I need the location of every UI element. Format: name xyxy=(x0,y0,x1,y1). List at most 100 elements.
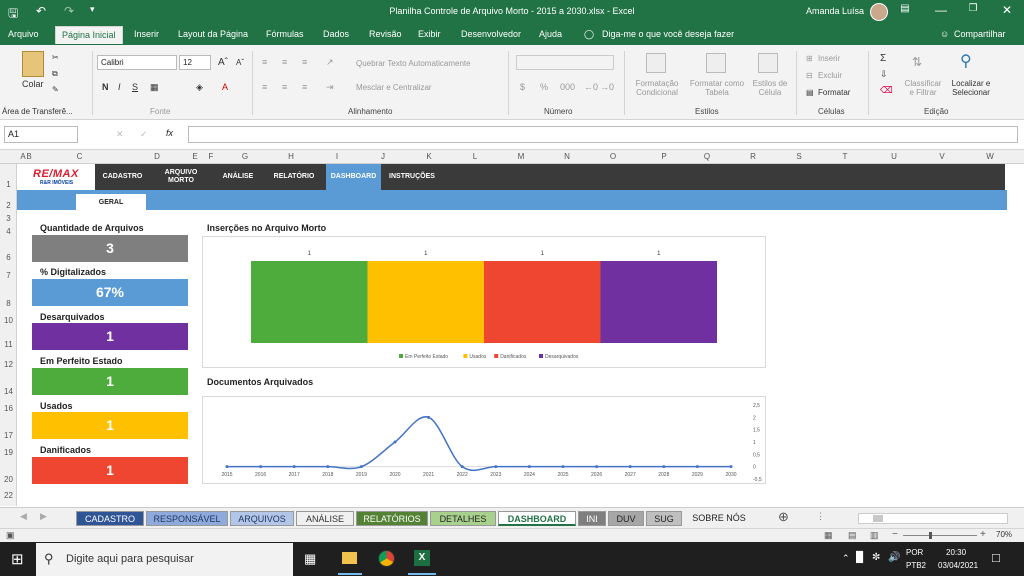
font-shrink-icon[interactable]: Aˇ xyxy=(236,58,244,67)
sheet-tab-responsavel[interactable]: RESPONSÁVEL xyxy=(146,511,228,526)
format-table-button[interactable]: Formatar como Tabela xyxy=(686,79,748,97)
column-header[interactable]: R xyxy=(730,152,776,161)
notification-icon[interactable]: □ xyxy=(992,550,1000,565)
row-header[interactable]: 17 xyxy=(0,431,17,440)
column-header[interactable]: E xyxy=(190,152,200,161)
formula-input[interactable] xyxy=(188,126,1018,143)
font-color-icon[interactable]: A xyxy=(222,82,228,92)
percent-icon[interactable]: % xyxy=(540,82,548,92)
column-header[interactable]: L xyxy=(452,152,498,161)
tab-arquivo[interactable]: Arquivo xyxy=(8,29,39,39)
zoom-out-icon[interactable]: − xyxy=(892,529,898,540)
fill-icon[interactable]: ⇩ xyxy=(880,69,888,80)
row-header[interactable]: 22 xyxy=(0,491,17,500)
excel-icon[interactable]: X xyxy=(414,550,430,566)
cell-styles-button[interactable]: Estilos de Célula xyxy=(750,79,790,97)
row-header[interactable]: 7 xyxy=(0,271,17,280)
font-name-select[interactable]: Calibri xyxy=(97,55,177,70)
column-header[interactable]: M xyxy=(498,152,544,161)
find-select-button[interactable]: Localizar e Selecionar xyxy=(946,79,996,97)
sheet-tab-analise[interactable]: ANÁLISE xyxy=(296,511,354,526)
row-header[interactable]: 8 xyxy=(0,299,17,308)
minimize-icon[interactable]: — xyxy=(926,3,956,17)
delete-button[interactable]: Excluir xyxy=(818,71,842,80)
copy-icon[interactable]: ⧉ xyxy=(52,69,58,79)
close-icon[interactable]: ✕ xyxy=(992,3,1022,17)
share-icon[interactable]: ☺ xyxy=(940,29,949,39)
column-header[interactable]: H xyxy=(268,152,314,161)
row-header[interactable]: 6 xyxy=(0,253,17,262)
zoom-slider-thumb[interactable] xyxy=(928,532,932,539)
row-header[interactable]: 19 xyxy=(0,448,17,457)
decimal-decrease-icon[interactable]: →0 xyxy=(600,82,614,92)
tab-ajuda[interactable]: Ajuda xyxy=(539,29,562,39)
sheet-tab-cadastro[interactable]: CADASTRO xyxy=(76,511,144,526)
align-bottom-icon[interactable]: ≡ xyxy=(302,57,307,67)
page-break-icon[interactable]: ▥ xyxy=(870,530,879,541)
user-name[interactable]: Amanda Luísa xyxy=(806,6,864,16)
task-view-icon[interactable]: ▦ xyxy=(304,551,316,567)
column-header[interactable]: T xyxy=(822,152,868,161)
normal-view-icon[interactable]: ▦ xyxy=(824,530,833,541)
tab-pagina-inicial[interactable]: Página Inicial xyxy=(55,26,123,44)
row-header[interactable]: 12 xyxy=(0,360,17,369)
column-header[interactable]: D xyxy=(127,152,187,161)
page-layout-icon[interactable]: ▤ xyxy=(848,530,857,541)
row-header[interactable]: 11 xyxy=(0,340,17,349)
italic-button[interactable]: I xyxy=(118,82,121,92)
tab-revisao[interactable]: Revisão xyxy=(369,29,402,39)
zoom-slider[interactable] xyxy=(903,532,977,539)
name-box[interactable]: A1 xyxy=(4,126,78,143)
avatar[interactable] xyxy=(870,3,888,21)
sort-filter-button[interactable]: Classificar e Filtrar xyxy=(902,79,944,97)
row-header[interactable]: 1 xyxy=(0,180,17,189)
format-table-icon[interactable] xyxy=(706,53,726,73)
taskbar-search[interactable]: ⚲ Digite aqui para pesquisar xyxy=(36,543,293,576)
paste-icon[interactable] xyxy=(22,51,44,77)
conditional-format-icon[interactable] xyxy=(646,53,666,73)
sheet-tab-ini[interactable]: INI xyxy=(578,511,606,526)
windows-start-icon[interactable]: ⊞ xyxy=(11,550,24,568)
fill-color-icon[interactable]: ◈ xyxy=(196,82,203,93)
row-header[interactable]: 4 xyxy=(0,227,17,236)
macro-record-icon[interactable]: ▣ xyxy=(6,530,15,541)
tell-me-input[interactable]: Diga-me o que você deseja fazer xyxy=(602,29,734,39)
cancel-icon[interactable]: ✕ xyxy=(116,129,124,140)
merge-center-button[interactable]: Mesclar e Centralizar xyxy=(356,83,432,92)
row-header[interactable]: 10 xyxy=(0,316,17,325)
column-header[interactable]: F xyxy=(200,152,222,161)
borders-icon[interactable]: ▦ xyxy=(150,82,159,93)
column-header[interactable]: U xyxy=(868,152,920,161)
bar-chart-frame[interactable]: 1 1 1 1 Em Perfeito Estado Usados Danificados D… xyxy=(202,236,766,368)
tab-layout[interactable]: Layout da Página xyxy=(178,29,248,39)
sub-tab-geral[interactable]: GERAL xyxy=(76,194,146,211)
delete-icon[interactable]: ⊟ xyxy=(806,71,813,80)
format-painter-icon[interactable]: ✎ xyxy=(52,85,59,94)
nav-cadastro[interactable]: CADASTRO xyxy=(95,164,150,190)
cell-styles-icon[interactable] xyxy=(758,53,778,73)
column-header[interactable]: V xyxy=(916,152,968,161)
insert-function-icon[interactable]: fx xyxy=(166,128,173,138)
ribbon-display-icon[interactable]: ▤ xyxy=(890,3,920,14)
nav-analise[interactable]: ANÁLISE xyxy=(212,164,264,190)
clear-icon[interactable]: ⌫ xyxy=(880,85,893,96)
row-header[interactable]: 14 xyxy=(0,387,17,396)
sheet-tab-relatorios[interactable]: RELATÓRIOS xyxy=(356,511,428,526)
horizontal-scrollbar[interactable] xyxy=(858,513,1008,524)
column-header[interactable]: W xyxy=(964,152,1016,161)
tab-inserir[interactable]: Inserir xyxy=(134,29,159,39)
volume-icon[interactable]: 🔊 xyxy=(888,552,900,563)
tab-desenvolvedor[interactable]: Desenvolvedor xyxy=(461,29,521,39)
column-header[interactable]: N xyxy=(544,152,590,161)
column-header[interactable]: O xyxy=(590,152,636,161)
number-format-select[interactable] xyxy=(516,55,614,70)
wifi-icon[interactable]: ✼ xyxy=(872,552,880,563)
clock-date[interactable]: 03/04/2021 xyxy=(938,561,978,570)
row-header[interactable]: 20 xyxy=(0,475,17,484)
scroll-left-icon[interactable]: ◀ xyxy=(20,511,27,522)
row-header[interactable]: 3 xyxy=(0,214,17,223)
sheet-tab-duv[interactable]: DUV xyxy=(608,511,644,526)
nav-relatorio[interactable]: RELATÓRIO xyxy=(264,164,324,190)
align-right-icon[interactable]: ≡ xyxy=(302,82,307,92)
accounting-icon[interactable]: $ xyxy=(520,82,525,92)
